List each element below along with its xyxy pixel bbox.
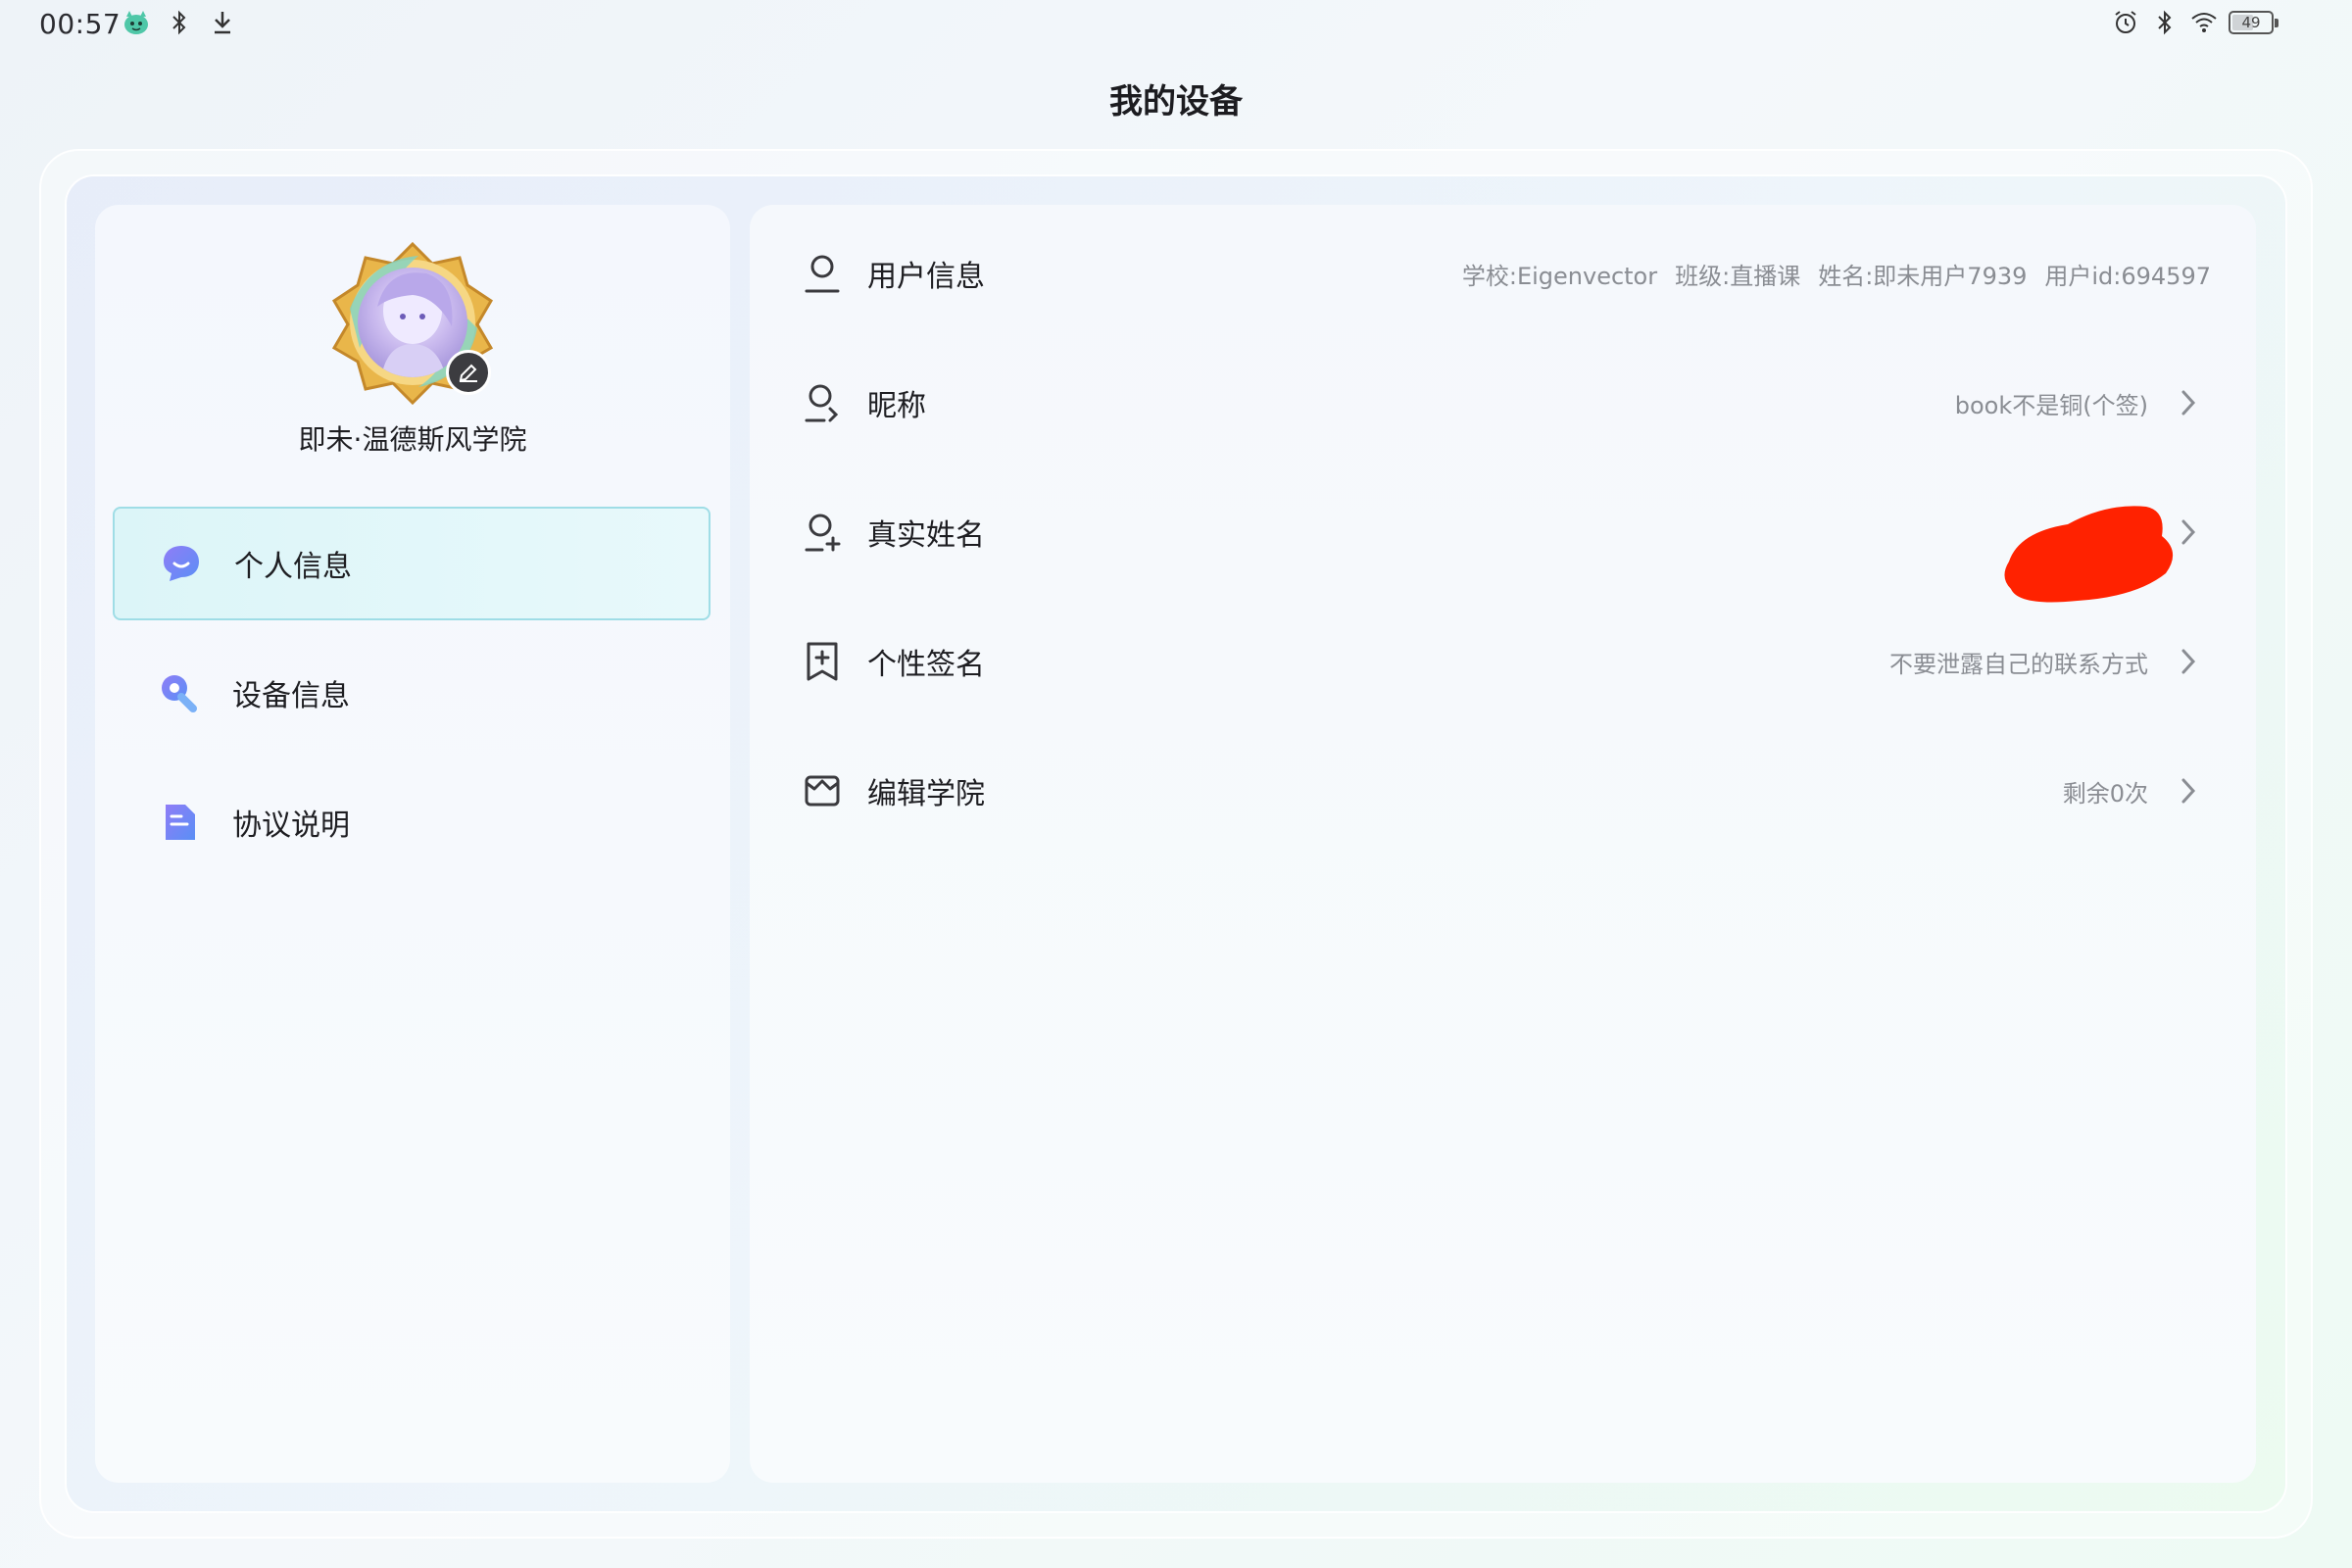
sidebar-item-label: 协议说明 <box>232 808 350 843</box>
chevron-right-icon <box>2174 388 2203 417</box>
academy-value: 剩余0次 <box>2062 779 2148 808</box>
bluetooth-icon <box>2150 8 2180 37</box>
profile-name: 即未·温德斯风学院 <box>298 423 527 456</box>
signature-value: 不要泄露自己的联系方式 <box>1889 650 2148 678</box>
bookmark-plus-icon <box>799 638 846 685</box>
name-value: 姓名:即未用户7939 <box>1818 262 2028 290</box>
building-icon <box>799 767 846 814</box>
row-label: 编辑学院 <box>867 777 985 811</box>
profile-sidebar: 即未·温德斯风学院 个人信息 设备信息 协议说明 <box>95 205 730 1483</box>
row-signature[interactable]: 个性签名 不要泄露自己的联系方式 <box>750 597 2256 726</box>
row-label: 昵称 <box>867 389 926 423</box>
edit-avatar-button[interactable] <box>446 350 491 395</box>
settings-panel: 用户信息 学校:Eigenvector 班级:直播课 姓名:即未用户7939 用户id… <box>750 205 2256 1483</box>
sidebar-item-personal-info[interactable]: 个人信息 <box>113 507 710 620</box>
battery-icon: 49 <box>2229 11 2278 34</box>
row-label: 用户信息 <box>867 260 985 294</box>
user-icon <box>799 250 846 297</box>
redaction-mark <box>2004 506 2174 603</box>
sidebar-item-label: 设备信息 <box>232 679 350 713</box>
status-bar: 00:57 49 <box>0 0 2352 51</box>
alarm-icon <box>2111 8 2140 37</box>
wifi-icon <box>2189 8 2219 37</box>
document-icon <box>156 799 203 846</box>
user-edit-icon <box>799 379 846 426</box>
row-real-name[interactable]: 真实姓名 <box>750 467 2256 603</box>
wrench-icon <box>156 669 203 716</box>
page-title: 我的设备 <box>1109 82 1243 122</box>
sidebar-item-agreement[interactable]: 协议说明 <box>113 765 710 879</box>
user-add-icon <box>799 509 846 556</box>
status-time: 00:57 <box>39 8 122 40</box>
bluetooth-icon <box>165 8 194 37</box>
row-label: 个性签名 <box>867 648 985 682</box>
user-info-values: 学校:Eigenvector 班级:直播课 姓名:即未用户7939 用户id:6945… <box>1462 257 2211 291</box>
avatar[interactable] <box>330 240 495 406</box>
sidebar-item-label: 个人信息 <box>234 550 352 584</box>
school-value: 学校:Eigenvector <box>1461 262 1658 290</box>
sidebar-item-device-info[interactable]: 设备信息 <box>113 636 710 750</box>
chevron-right-icon <box>2174 647 2203 676</box>
pencil-icon <box>459 364 477 382</box>
chat-bubble-icon <box>158 540 205 587</box>
row-label: 真实姓名 <box>867 518 985 553</box>
nickname-value: book不是铜(个签) <box>1954 391 2148 419</box>
download-icon <box>208 8 237 37</box>
row-user-info: 用户信息 学校:Eigenvector 班级:直播课 姓名:即未用户7939 用户id… <box>750 209 2256 338</box>
class-value: 班级:直播课 <box>1675 262 1801 290</box>
row-edit-academy[interactable]: 编辑学院 剩余0次 <box>750 726 2256 856</box>
chevron-right-icon <box>2174 776 2203 806</box>
user-id-value: 用户id:694597 <box>2044 262 2211 290</box>
app-mascot-icon <box>122 8 151 37</box>
row-nickname[interactable]: 昵称 book不是铜(个签) <box>750 338 2256 467</box>
chevron-right-icon <box>2174 517 2203 547</box>
